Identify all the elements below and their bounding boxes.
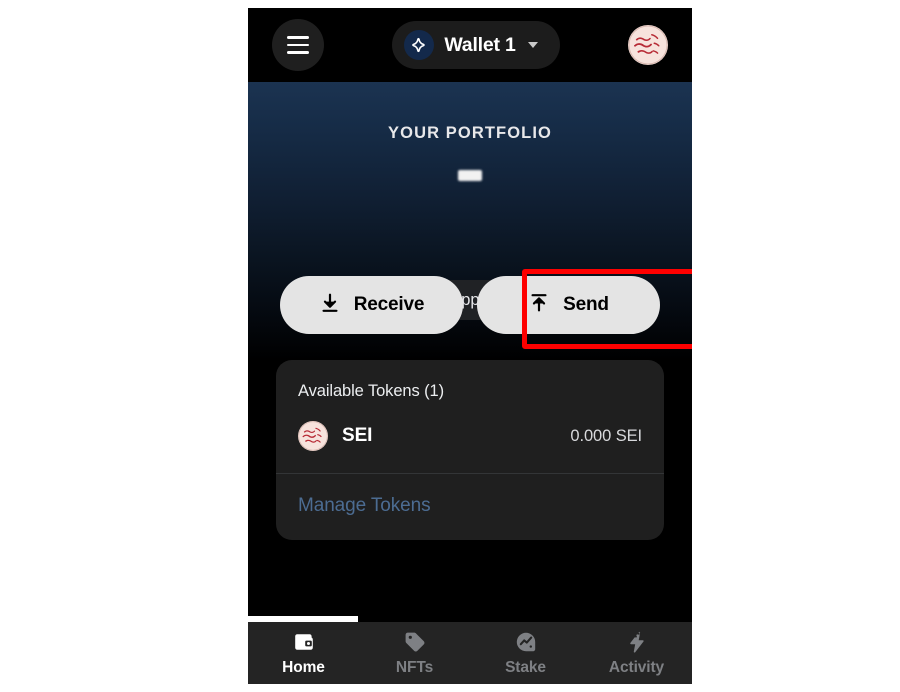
bottom-navigation: Home NFTs Stake Activity <box>248 622 692 684</box>
receive-button-label: Receive <box>353 294 425 315</box>
chevron-down-icon <box>527 42 538 48</box>
receive-button[interactable]: Receive <box>280 276 463 334</box>
wallet-icon <box>292 630 316 654</box>
send-button[interactable]: Send <box>477 276 660 334</box>
avatar[interactable] <box>628 25 668 65</box>
token-amount: 0.000 SEI <box>570 426 642 445</box>
nav-label-nfts: NFTs <box>395 658 434 676</box>
tag-icon <box>403 630 427 654</box>
nav-item-activity[interactable]: Activity <box>581 630 692 677</box>
download-arrow-icon <box>319 292 341 319</box>
lightning-bolt-icon <box>625 630 649 654</box>
sei-logo-avatar <box>628 25 668 65</box>
nav-label-activity: Activity <box>608 658 665 676</box>
token-row[interactable]: SEI 0.000 SEI <box>276 401 664 473</box>
upload-arrow-icon <box>528 292 550 319</box>
hamburger-menu-button[interactable] <box>272 19 324 71</box>
chart-trend-icon <box>514 630 538 654</box>
screenshot-canvas: YOUR PORTFOLIO sei19...63qpp <box>0 0 900 692</box>
token-symbol: SEI <box>342 425 373 446</box>
hamburger-menu-icon <box>287 43 309 47</box>
sei-token-logo <box>298 421 328 451</box>
app-bar: Wallet 1 <box>248 8 692 82</box>
phone-screen: YOUR PORTFOLIO sei19...63qpp <box>248 8 692 684</box>
wallet-diamond-icon <box>404 30 435 60</box>
hamburger-menu-icon <box>287 36 309 39</box>
nav-label-home: Home <box>282 658 325 676</box>
available-tokens-header: Available Tokens (1) <box>298 382 444 400</box>
page-title: YOUR PORTFOLIO <box>388 124 552 142</box>
nav-item-stake[interactable]: Stake <box>470 630 581 677</box>
hamburger-menu-icon <box>287 51 309 54</box>
nav-item-nfts[interactable]: NFTs <box>359 630 470 677</box>
available-tokens-card: Available Tokens (1) SEI 0.000 SEI Manag… <box>276 360 664 540</box>
wallet-selector-button[interactable]: Wallet 1 <box>392 21 560 69</box>
portfolio-balance <box>248 170 692 181</box>
send-button-label: Send <box>563 294 609 315</box>
nav-label-stake: Stake <box>505 658 546 676</box>
nav-item-home[interactable]: Home <box>248 630 359 677</box>
manage-tokens-link[interactable]: Manage Tokens <box>276 474 664 540</box>
wallet-name-label: Wallet 1 <box>444 33 516 56</box>
balance-hidden-mask <box>458 170 482 181</box>
primary-actions: Receive Send <box>248 276 692 346</box>
